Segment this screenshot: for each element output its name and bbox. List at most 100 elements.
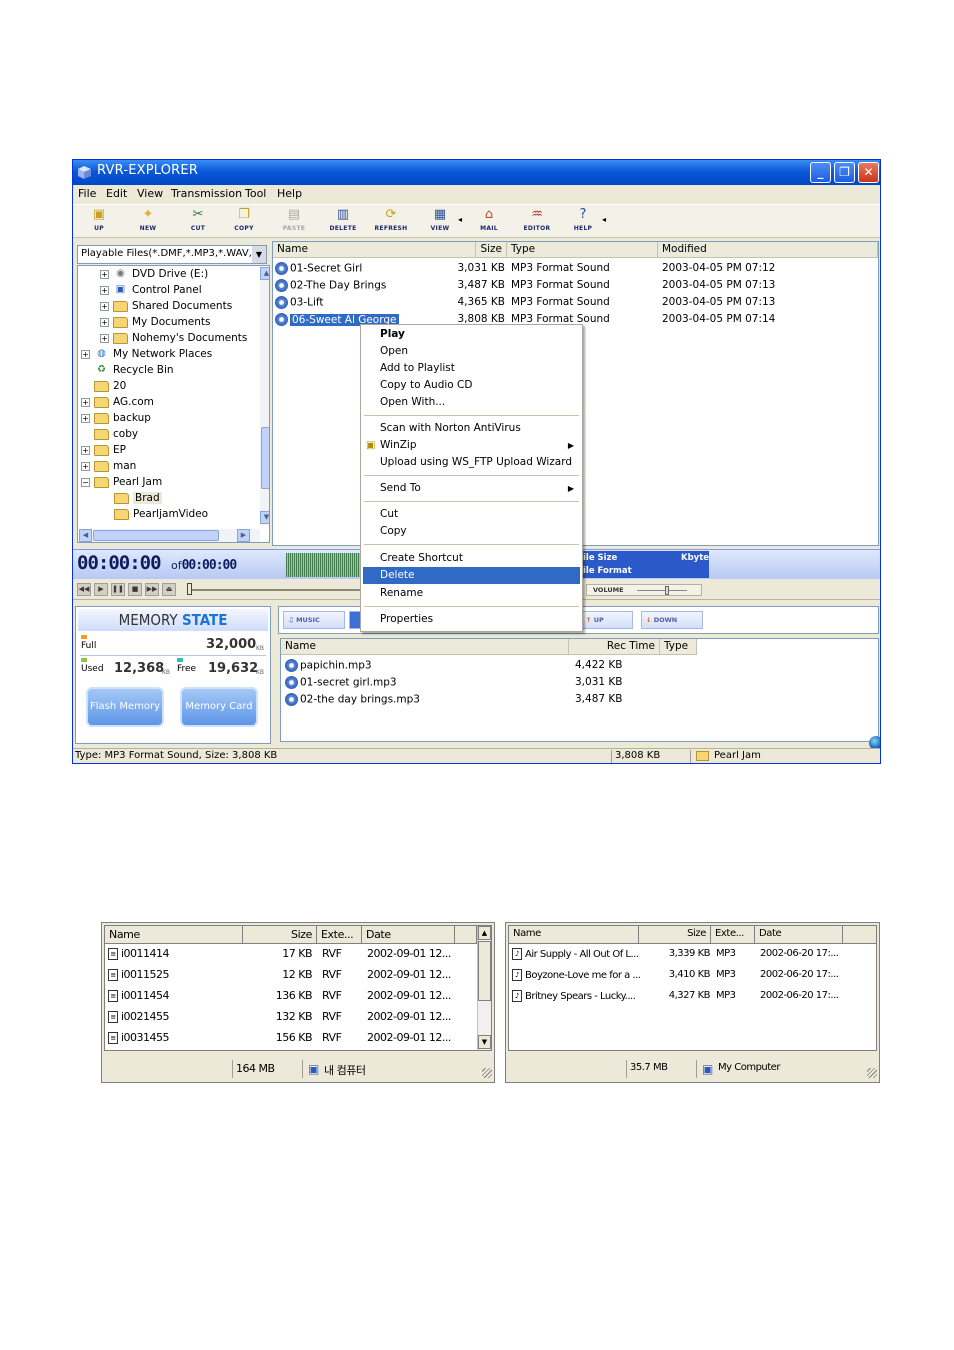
file-row[interactable]: ≡ i0011454 136 KB RVF 2002-09-01 12... [108, 989, 478, 1010]
menu-item-create-shortcut[interactable]: Create Shortcut [363, 550, 580, 567]
menu-file[interactable]: File [78, 187, 96, 200]
column-header-size[interactable]: Size [639, 926, 711, 944]
tree-item-shared-documents[interactable]: + Shared Documents [100, 300, 232, 316]
copy-button[interactable]: ❐ COPY [222, 207, 266, 237]
paste-button[interactable]: ▤ PASTE [272, 207, 316, 237]
tree-item-man[interactable]: + man [81, 460, 136, 476]
rewind-button[interactable]: ◀◀ [77, 583, 91, 596]
column-header-name[interactable]: Name [281, 639, 569, 655]
tree-vertical-scrollbar[interactable]: ▲ ▼ [260, 267, 269, 525]
file-row[interactable]: ♪ Britney Spears - Lucky.... 4,327 KB MP3 20… [512, 990, 872, 1011]
cut-button[interactable]: ✂ CUT [176, 207, 220, 237]
volume-slider[interactable]: VOLUME [586, 584, 702, 596]
column-header-extension[interactable]: Exte... [711, 926, 755, 944]
menu-item-cut[interactable]: Cut [363, 506, 580, 523]
tree-item-ep[interactable]: + EP [81, 444, 126, 460]
column-header-extension[interactable]: Exte... [317, 926, 362, 944]
menu-edit[interactable]: Edit [106, 187, 127, 200]
tree-horizontal-scrollbar[interactable]: ◀ ▶ [79, 529, 260, 542]
scroll-up-icon[interactable]: ▲ [260, 267, 269, 280]
mp3-file-list[interactable]: Name Size Exte... Date ♪ Air Supply - All… [508, 925, 877, 1051]
seek-knob[interactable] [187, 583, 192, 595]
menu-transmission[interactable]: Transmission [171, 187, 242, 200]
menu-tool[interactable]: Tool [245, 187, 266, 200]
rvf-file-list[interactable]: Name Size Exte... Date ≡ i0011414 17 KB RVF… [104, 925, 492, 1051]
tree-item-pearljamvideo[interactable]: PearljamVideo [114, 508, 208, 524]
column-header-name[interactable]: Name [273, 242, 476, 258]
device-file-list[interactable]: Name Rec Time Type papichin.mp3 4,422 KB… [280, 638, 879, 742]
menu-item-ws-ftp[interactable]: Upload using WS_FTP Upload Wizard [363, 454, 580, 471]
column-header-date[interactable]: Date [755, 926, 843, 944]
tree-item-coby[interactable]: coby [94, 428, 138, 444]
tree-item-network-places[interactable]: + ◍ My Network Places [81, 348, 212, 364]
file-row[interactable]: ≡ i0031455 156 KB RVF 2002-09-01 12... [108, 1031, 478, 1050]
up-button[interactable]: ▣ UP [77, 207, 121, 237]
tree-item-pearl-jam[interactable]: − Pearl Jam [81, 476, 162, 492]
tree-item-backup[interactable]: + backup [81, 412, 151, 428]
folder-tree[interactable]: + ◉ DVD Drive (E:) + ▣ Control Panel + Shared… [77, 265, 270, 543]
resize-grip-icon[interactable] [867, 1068, 877, 1078]
menu-item-play[interactable]: Play [363, 326, 580, 343]
scroll-right-icon[interactable]: ▶ [237, 529, 250, 542]
scroll-left-icon[interactable]: ◀ [79, 529, 92, 542]
help-button[interactable]: ? HELP [561, 207, 605, 237]
download-tab[interactable]: ↓ DOWN [641, 611, 703, 629]
file-row[interactable]: 01-Secret Girl 3,031 KB MP3 Format Sound… [275, 262, 875, 278]
minimize-button[interactable]: _ [810, 162, 831, 183]
refresh-button[interactable]: ⟳ REFRESH [369, 207, 413, 237]
file-row[interactable]: ≡ i0011414 17 KB RVF 2002-09-01 12... [108, 947, 478, 968]
vertical-scrollbar[interactable]: ▲ ▼ [477, 926, 491, 1050]
column-header-type[interactable]: Type [507, 242, 658, 258]
stop-button[interactable]: ■ [128, 583, 142, 596]
play-button[interactable]: ▶ [94, 583, 108, 596]
menu-item-open-with[interactable]: Open With... [363, 394, 580, 411]
editor-button[interactable]: ♒ EDITOR [515, 207, 559, 237]
tree-item-control-panel[interactable]: + ▣ Control Panel [100, 284, 202, 300]
menu-item-copy[interactable]: Copy [363, 523, 580, 540]
memory-card-button[interactable]: Memory Card [180, 687, 258, 727]
scroll-down-icon[interactable]: ▼ [478, 1035, 491, 1049]
tree-item-my-documents[interactable]: + My Documents [100, 316, 210, 332]
tree-item-dvd-drive[interactable]: + ◉ DVD Drive (E:) [100, 268, 208, 284]
music-tab[interactable]: ♫ MUSIC [283, 611, 345, 629]
device-file-row[interactable]: 02-the day brings.mp3 3,487 KB [285, 693, 685, 709]
file-type-filter[interactable]: Playable Files(*.DMF,*.MP3,*.WAV, ▼ [77, 245, 267, 264]
column-header-size[interactable]: Size [243, 926, 317, 944]
flash-memory-button[interactable]: Flash Memory [86, 687, 164, 727]
menu-help[interactable]: Help [277, 187, 302, 200]
mail-button[interactable]: ⌂ MAIL [467, 207, 511, 237]
scroll-down-icon[interactable]: ▼ [260, 511, 269, 524]
tree-item-nohemys-documents[interactable]: + Nohemy's Documents [100, 332, 247, 348]
eject-button[interactable]: ⏏ [162, 583, 176, 596]
menu-item-open[interactable]: Open [363, 343, 580, 360]
tree-item-recycle-bin[interactable]: ♻ Recycle Bin [94, 364, 174, 380]
file-row[interactable]: ≡ i0011525 12 KB RVF 2002-09-01 12... [108, 968, 478, 989]
file-row[interactable]: 03-Lift 4,365 KB MP3 Format Sound 2003-0… [275, 296, 875, 312]
view-button[interactable]: ▦ VIEW [418, 207, 462, 237]
menu-item-delete[interactable]: Delete [363, 567, 580, 584]
column-header-size[interactable]: Size [476, 242, 507, 258]
file-row[interactable]: 02-The Day Brings 3,487 KB MP3 Format So… [275, 279, 875, 295]
scroll-thumb[interactable] [478, 941, 491, 1001]
column-header-name[interactable]: Name [509, 926, 639, 944]
menu-item-add-to-playlist[interactable]: Add to Playlist [363, 360, 580, 377]
column-header-modified[interactable]: Modified [658, 242, 878, 258]
title-bar[interactable]: RVR-EXPLORER _ ❐ ✕ [73, 160, 880, 185]
menu-item-rename[interactable]: Rename [363, 585, 580, 602]
menu-item-properties[interactable]: Properties [363, 611, 580, 628]
tree-item-brad[interactable]: Brad [114, 492, 162, 508]
fast-forward-button[interactable]: ▶▶ [145, 583, 159, 596]
help-dropdown-icon[interactable]: ◂ [602, 215, 606, 224]
scroll-thumb[interactable] [261, 427, 269, 489]
scroll-thumb[interactable] [93, 530, 219, 541]
column-header-rec-time[interactable]: Rec Time [569, 639, 660, 655]
file-row[interactable]: ♪ Air Supply - All Out Of L... 3,339 KB MP3… [512, 948, 872, 969]
volume-knob[interactable] [665, 586, 669, 595]
menu-item-send-to[interactable]: Send To ▶ [363, 480, 580, 497]
device-file-row[interactable]: 01-secret girl.mp3 3,031 KB [285, 676, 685, 692]
column-header-type[interactable]: Type [660, 639, 697, 655]
close-button[interactable]: ✕ [858, 162, 879, 183]
menu-item-copy-to-audio-cd[interactable]: Copy to Audio CD [363, 377, 580, 394]
new-button[interactable]: ✦ NEW [126, 207, 170, 237]
column-header-name[interactable]: Name [105, 926, 243, 944]
